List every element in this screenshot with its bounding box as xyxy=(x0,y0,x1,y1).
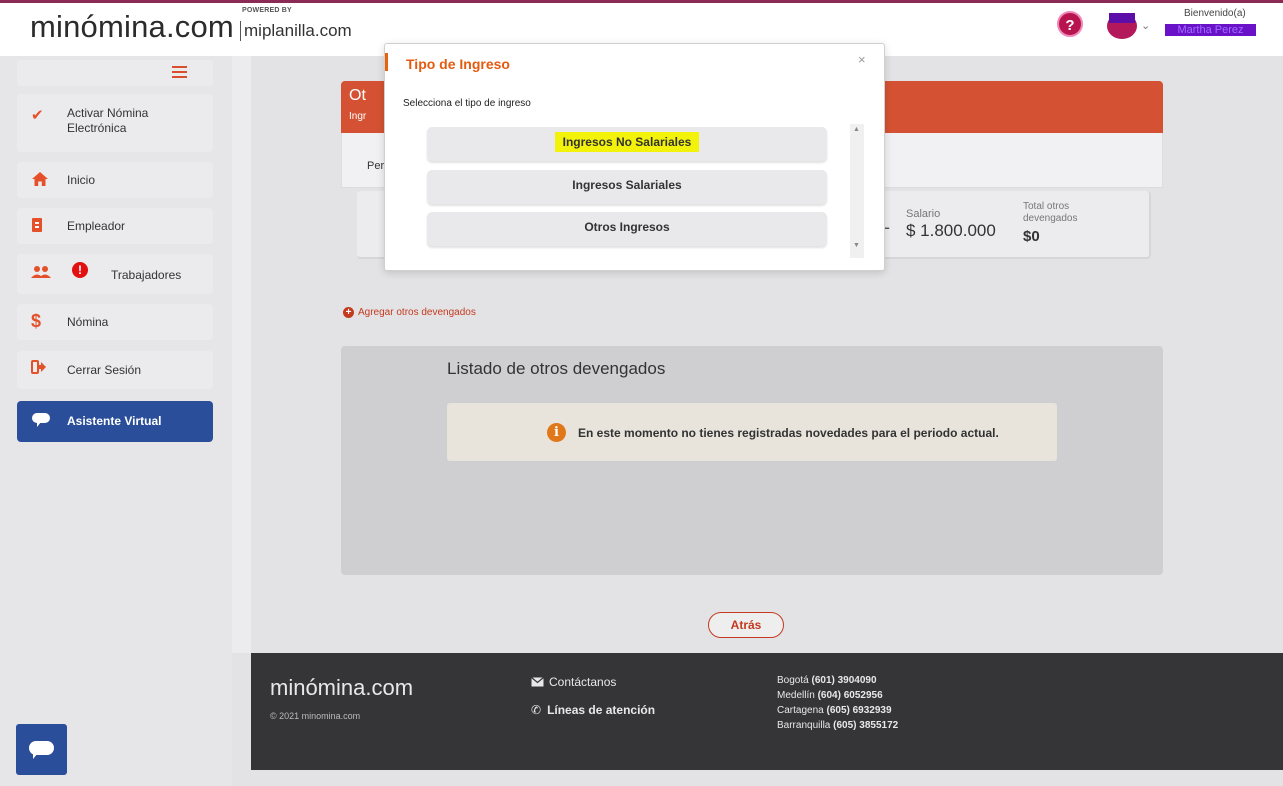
contact-label: Contáctanos xyxy=(549,675,617,689)
home-icon xyxy=(31,171,49,191)
footer-copyright: © 2021 minomina.com xyxy=(270,711,361,721)
sidebar-item-label: Empleador xyxy=(67,219,126,233)
hamburger-icon xyxy=(172,66,187,79)
section-subtitle: Ingr xyxy=(349,111,367,122)
help-button[interactable]: ? xyxy=(1057,11,1083,37)
notice-text: En este momento no tienes registradas no… xyxy=(578,426,999,440)
modal-prompt: Selecciona el tipo de ingreso xyxy=(403,98,531,109)
chat-fab-button[interactable] xyxy=(16,724,67,775)
sidebar-item-label: Asistente Virtual xyxy=(67,414,162,428)
tipo-ingreso-modal: Tipo de Ingreso × Selecciona el tipo de … xyxy=(384,43,885,271)
sidebar-item-nomina[interactable]: $ Nómina xyxy=(17,304,213,340)
sidebar-divider xyxy=(232,56,251,653)
option-label: Ingresos No Salariales xyxy=(554,132,700,152)
sidebar-item-cerrar-sesion[interactable]: Cerrar Sesión xyxy=(17,351,213,389)
phone-icon: ✆ xyxy=(531,703,542,717)
phone-line: Medellín (604) 6052956 xyxy=(777,690,883,701)
period-label: Per xyxy=(367,160,385,172)
modal-accent-bar xyxy=(385,53,388,71)
scroll-up-icon[interactable]: ▲ xyxy=(853,126,860,133)
footer-lines-label: ✆ Líneas de atención xyxy=(531,703,655,717)
phone-line: Cartagena (605) 6932939 xyxy=(777,705,892,716)
sidebar-item-trabajadores[interactable]: ! Trabajadores xyxy=(17,254,213,294)
footer-contact-link[interactable]: Contáctanos xyxy=(531,675,616,689)
footer-phones: Bogotá (601) 3904090 Medellín (604) 6052… xyxy=(777,673,898,733)
close-icon[interactable]: × xyxy=(858,52,866,67)
total-otros-devengados-value: $0 xyxy=(1023,228,1040,245)
modal-scrollbar[interactable]: ▲ ▼ xyxy=(850,124,864,258)
option-otros-ingresos[interactable]: Otros Ingresos xyxy=(427,212,827,246)
sidebar-item-asistente-virtual[interactable]: Asistente Virtual xyxy=(17,401,213,442)
section-title: Ot xyxy=(349,87,366,104)
sidebar-item-label: Inicio xyxy=(67,173,96,187)
sidebar-item-empleador[interactable]: Empleador xyxy=(17,208,213,244)
id-badge-icon xyxy=(31,217,43,237)
chevron-down-icon[interactable]: ⌄ xyxy=(1141,19,1150,32)
welcome-label: Bienvenido(a) xyxy=(1184,8,1246,19)
sign-out-icon xyxy=(31,360,47,378)
envelope-icon xyxy=(531,677,544,687)
warning-icon: ! xyxy=(72,262,88,278)
question-circle-icon: ? xyxy=(1065,17,1075,34)
sidebar-item-label: Trabajadores xyxy=(111,268,182,282)
check-icon: ✔ xyxy=(31,107,44,124)
plus-circle-icon: + xyxy=(343,307,354,318)
sidebar-item-activar-nomina[interactable]: ✔ Activar Nómina Electrónica xyxy=(17,94,213,152)
salary-label: Salario xyxy=(906,208,941,220)
partner-logo: miplanilla.com xyxy=(240,21,352,41)
modal-title: Tipo de Ingreso xyxy=(406,56,510,72)
option-ingresos-no-salariales[interactable]: Ingresos No Salariales xyxy=(427,127,827,161)
option-label: Otros Ingresos xyxy=(584,220,670,234)
users-icon xyxy=(31,265,51,283)
add-otros-devengados-link[interactable]: + Agregar otros devengados xyxy=(343,307,476,318)
phone-line: Bogotá (601) 3904090 xyxy=(777,675,877,686)
chat-icon xyxy=(31,412,51,432)
phone-line: Barranquilla (605) 3855172 xyxy=(777,720,899,731)
option-label: Ingresos Salariales xyxy=(572,178,682,192)
footer-logo: minómina.com xyxy=(270,675,414,700)
sidebar-item-inicio[interactable]: Inicio xyxy=(17,162,213,198)
menu-toggle-button[interactable] xyxy=(17,60,213,86)
salary-value: $ 1.800.000 xyxy=(906,221,996,240)
list-title: Listado de otros devengados xyxy=(447,359,666,378)
footer: minómina.com © 2021 minomina.com Contáct… xyxy=(251,653,1283,770)
avatar[interactable] xyxy=(1107,13,1137,39)
back-button[interactable]: Atrás xyxy=(708,612,784,638)
empty-notice: i En este momento no tienes registradas … xyxy=(447,403,1057,461)
lines-label: Líneas de atención xyxy=(547,703,656,717)
sidebar-item-label: Activar Nómina Electrónica xyxy=(67,106,149,135)
username: Martha Perez xyxy=(1165,24,1256,36)
add-link-label: Agregar otros devengados xyxy=(358,307,476,319)
option-ingresos-salariales[interactable]: Ingresos Salariales xyxy=(427,170,827,204)
powered-by-label: POWERED BY xyxy=(242,7,292,14)
logo[interactable]: minómina.com xyxy=(30,9,234,45)
sidebar-item-label: Nómina xyxy=(67,315,109,329)
total-otros-devengados-label: Total otros devengados xyxy=(1023,201,1078,224)
scroll-down-icon[interactable]: ▼ xyxy=(853,242,860,249)
info-icon: i xyxy=(547,423,566,442)
devengados-list-panel: Listado de otros devengados i En este mo… xyxy=(341,346,1163,575)
chat-icon-tail xyxy=(33,753,38,759)
sidebar-item-label: Cerrar Sesión xyxy=(67,363,142,377)
dollar-icon: $ xyxy=(31,311,42,331)
